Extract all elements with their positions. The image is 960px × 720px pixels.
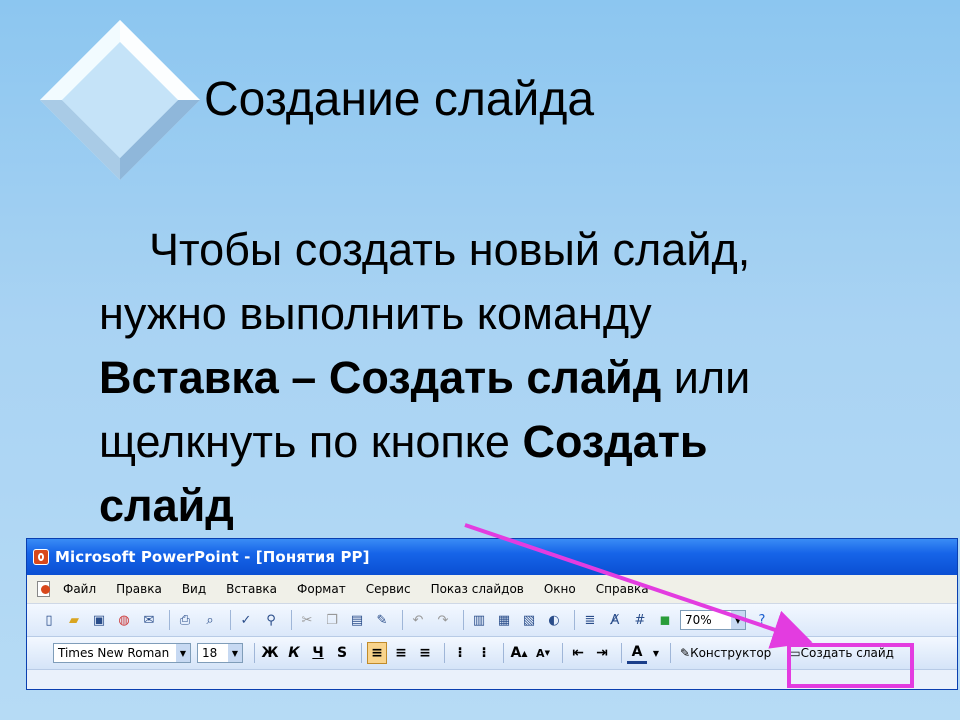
menu-window[interactable]: Окно: [544, 582, 576, 596]
standard-toolbar: ▯ ▰ ▣ ◍ ✉ ⎙ ⌕ ✓ ⚲ ✂ ❐ ▤ ✎ ↶ ↷ ▥ ▦ ▧ ◐ ≣ …: [27, 604, 957, 637]
decorative-diamond: [40, 20, 200, 180]
button-name-text-2: слайд: [99, 480, 234, 531]
powerpoint-app-icon[interactable]: [33, 549, 49, 565]
format-painter-icon[interactable]: ✎: [372, 610, 392, 630]
underline-button[interactable]: Ч: [308, 642, 328, 664]
copy-icon[interactable]: ❐: [322, 610, 342, 630]
menu-insert[interactable]: Вставка: [226, 582, 277, 596]
permission-icon[interactable]: ◍: [114, 610, 134, 630]
show-grid-icon[interactable]: #: [630, 610, 650, 630]
font-name-combo[interactable]: Times New Roman ▼: [53, 643, 191, 663]
align-right-icon[interactable]: ≡: [415, 642, 435, 664]
insert-command-text: Вставка – Создать слайд: [99, 352, 662, 403]
numbering-icon[interactable]: ⁝: [450, 642, 470, 664]
email-icon[interactable]: ✉: [139, 610, 159, 630]
save-icon[interactable]: ▣: [89, 610, 109, 630]
design-button[interactable]: ✎ Конструктор: [676, 642, 775, 664]
document-icon[interactable]: [35, 580, 53, 598]
font-size-combo[interactable]: 18 ▼: [197, 643, 243, 663]
menu-edit[interactable]: Правка: [116, 582, 162, 596]
bullets-icon[interactable]: ⁝: [474, 642, 494, 664]
chevron-down-icon[interactable]: ▼: [228, 644, 242, 662]
color-grayscale-icon[interactable]: ◼: [655, 610, 675, 630]
menu-format[interactable]: Формат: [297, 582, 346, 596]
slide-body: Чтобы создать новый слайд, нужно выполни…: [99, 218, 899, 538]
new-document-icon[interactable]: ▯: [39, 610, 59, 630]
help-icon[interactable]: ?: [752, 610, 772, 630]
menu-file[interactable]: Файл: [63, 582, 96, 596]
menu-bar: Файл Правка Вид Вставка Формат Сервис По…: [27, 575, 957, 604]
chevron-down-icon[interactable]: ▼: [731, 611, 745, 629]
font-color-icon[interactable]: A: [627, 642, 647, 664]
insert-picture-icon[interactable]: ◐: [544, 610, 564, 630]
zoom-value: 70%: [685, 613, 712, 627]
print-preview-icon[interactable]: ⌕: [200, 610, 220, 630]
print-icon[interactable]: ⎙: [175, 610, 195, 630]
cut-icon[interactable]: ✂: [297, 610, 317, 630]
decrease-indent-icon[interactable]: ⇤: [568, 642, 588, 664]
shadow-button[interactable]: S: [332, 642, 352, 664]
menu-view[interactable]: Вид: [182, 582, 206, 596]
window-title: Microsoft PowerPoint - [Понятия PP]: [55, 548, 370, 566]
menu-tools[interactable]: Сервис: [366, 582, 411, 596]
menu-help[interactable]: Справка: [596, 582, 649, 596]
align-center-icon[interactable]: ≡: [391, 642, 411, 664]
increase-font-icon[interactable]: A ▲: [509, 642, 529, 664]
body-line-3: Вставка – Создать слайд или: [99, 352, 751, 403]
research-icon[interactable]: ⚲: [261, 610, 281, 630]
paste-icon[interactable]: ▤: [347, 610, 367, 630]
spelling-icon[interactable]: ✓: [236, 610, 256, 630]
align-left-icon[interactable]: ≡: [367, 642, 387, 664]
body-line-5: слайд: [99, 474, 899, 538]
insert-table-icon[interactable]: ▦: [494, 610, 514, 630]
chevron-down-icon[interactable]: ▼: [176, 644, 190, 662]
new-slide-highlight: [787, 643, 914, 688]
redo-icon[interactable]: ↷: [433, 610, 453, 630]
open-folder-icon[interactable]: ▰: [64, 610, 84, 630]
increase-indent-icon[interactable]: ⇥: [592, 642, 612, 664]
font-size-value: 18: [202, 646, 218, 660]
button-name-text-1: Создать: [522, 416, 708, 467]
body-line-2: нужно выполнить команду: [99, 288, 652, 339]
font-name-value: Times New Roman: [58, 646, 170, 660]
menu-slideshow[interactable]: Показ слайдов: [431, 582, 524, 596]
undo-icon[interactable]: ↶: [408, 610, 428, 630]
expand-all-icon[interactable]: ≣: [580, 610, 600, 630]
zoom-combo[interactable]: 70% ▼: [680, 610, 746, 630]
window-titlebar: Microsoft PowerPoint - [Понятия PP]: [27, 539, 957, 575]
body-line-1: Чтобы создать новый слайд,: [149, 224, 751, 275]
bold-button[interactable]: Ж: [260, 642, 280, 664]
slide-title: Создание слайда: [204, 73, 595, 126]
show-formatting-icon[interactable]: A̸: [605, 610, 625, 630]
decrease-font-icon[interactable]: A ▼: [533, 642, 553, 664]
body-line-4: щелкнуть по кнопке Создать: [99, 416, 708, 467]
chevron-down-icon[interactable]: ▼: [651, 642, 661, 664]
insert-chart-icon[interactable]: ▥: [469, 610, 489, 630]
tables-borders-icon[interactable]: ▧: [519, 610, 539, 630]
italic-button[interactable]: К: [284, 642, 304, 664]
